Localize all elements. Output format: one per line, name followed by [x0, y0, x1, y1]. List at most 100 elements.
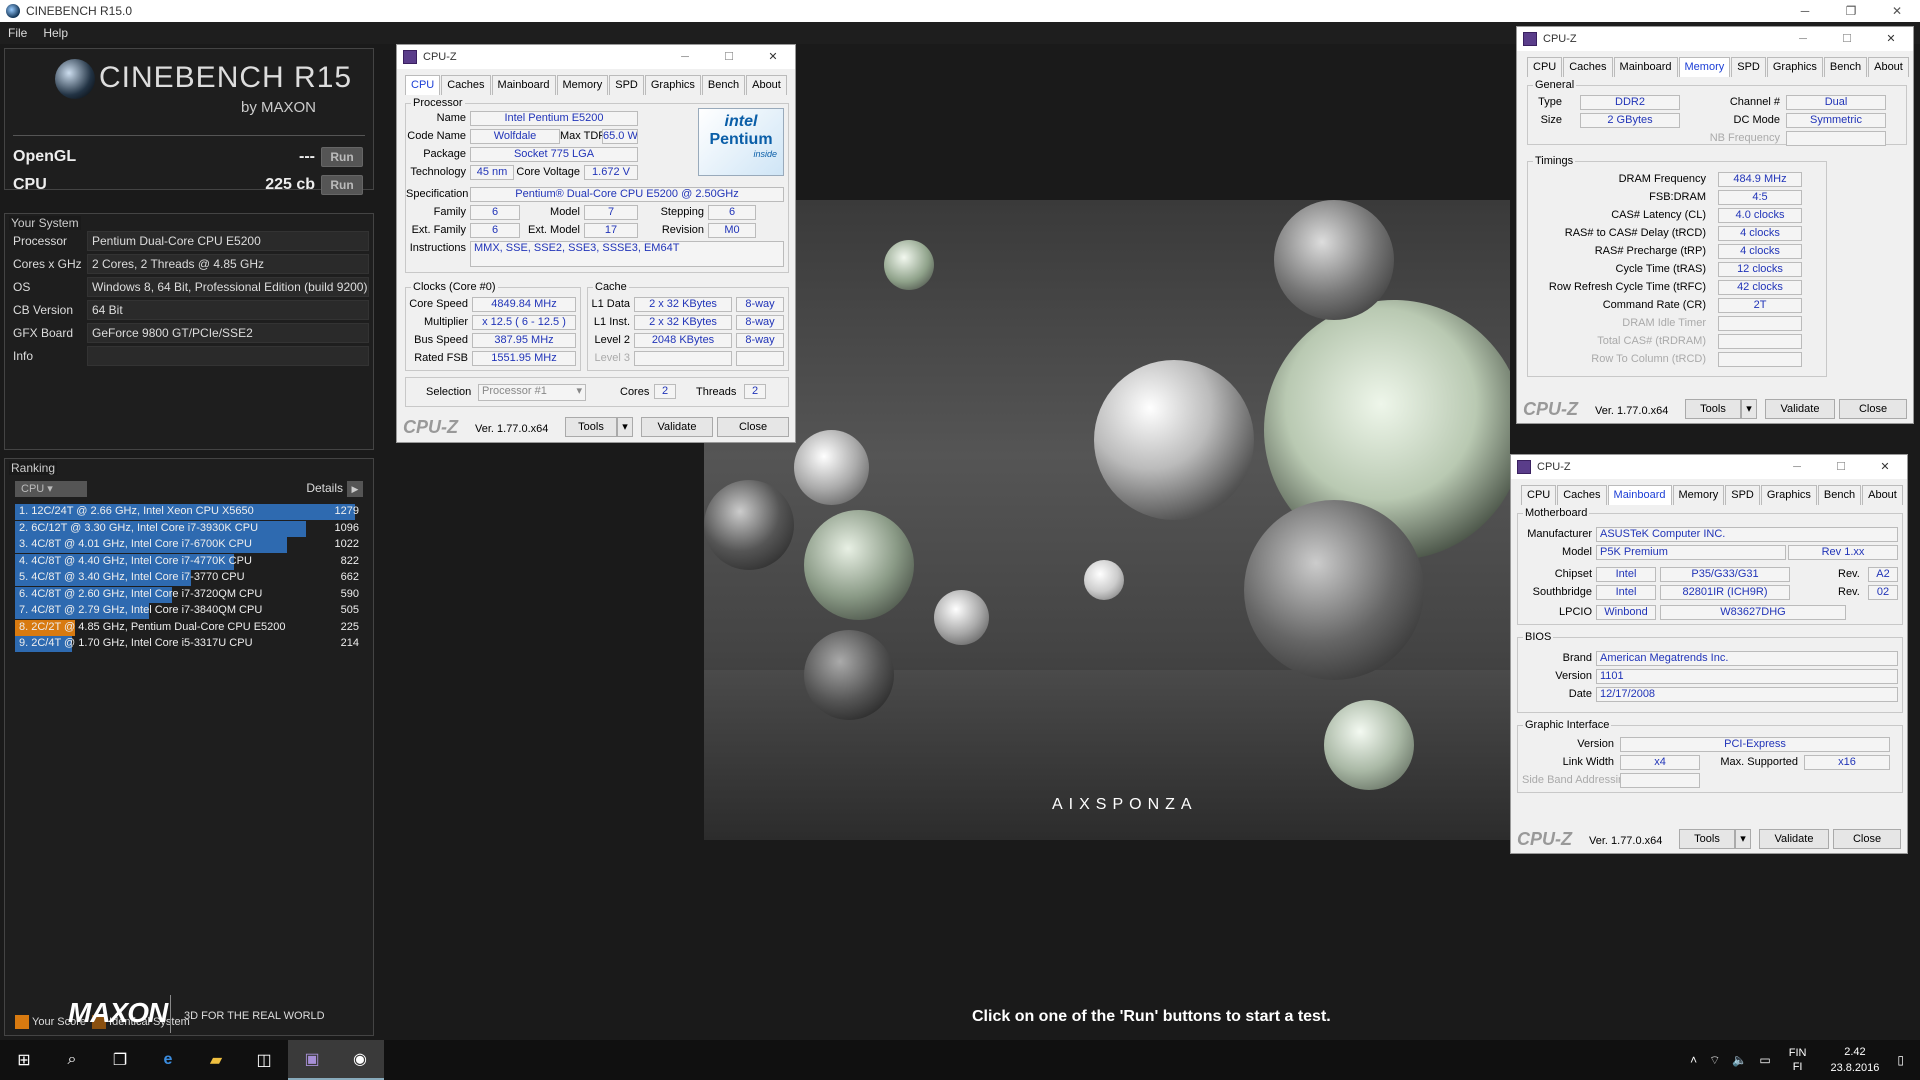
tab-caches[interactable]: Caches	[1557, 485, 1607, 505]
ranking-row: 8. 2C/2T @ 4.85 GHz, Pentium Dual-Core C…	[15, 619, 365, 637]
tab-mainboard[interactable]: Mainboard	[491, 75, 556, 95]
close-icon[interactable]: ✕	[1869, 27, 1913, 51]
store-icon[interactable]: ◫	[240, 1040, 288, 1080]
menu-help[interactable]: Help	[35, 26, 76, 40]
max-tdp-label: Max TDP	[560, 130, 606, 142]
action-center-icon[interactable]: ▭	[1759, 1053, 1770, 1067]
validate-button[interactable]: Validate	[1765, 399, 1835, 419]
tab-bench[interactable]: Bench	[1817, 485, 1862, 505]
tools-dropdown-icon[interactable]: ▾	[617, 417, 633, 437]
opengl-score: ---	[299, 148, 315, 165]
tab-memory[interactable]: Memory	[556, 75, 609, 95]
system-row-key: Cores x GHz	[13, 257, 82, 271]
validate-button[interactable]: Validate	[1759, 829, 1829, 849]
maximize-icon[interactable]: ☐	[707, 45, 751, 69]
tab-mainboard[interactable]: Mainboard	[1607, 485, 1672, 505]
tab-about[interactable]: About	[1862, 485, 1903, 505]
system-row-value[interactable]	[87, 346, 369, 366]
model-value: P5K Premium	[1596, 545, 1786, 560]
tab-memory[interactable]: Memory	[1672, 485, 1725, 505]
minimize-icon[interactable]: ─	[663, 45, 707, 69]
lpcio-value: W83627DHG	[1660, 605, 1846, 620]
maximize-icon[interactable]: ☐	[1819, 455, 1863, 479]
ranking-select[interactable]: CPU ▾	[15, 481, 87, 497]
tab-graphics[interactable]: Graphics	[1760, 485, 1817, 505]
ranking-label: 2. 6C/12T @ 3.30 GHz, Intel Core i7-3930…	[19, 521, 259, 534]
rated-fsb-value: 1551.95 MHz	[472, 351, 576, 366]
restore-icon[interactable]: ❐	[1828, 0, 1874, 22]
network-icon[interactable]: ⌔	[1709, 1053, 1720, 1068]
close-icon[interactable]: ✕	[1874, 0, 1920, 22]
validate-button[interactable]: Validate	[641, 417, 713, 437]
details-arrow-icon[interactable]: ▶	[347, 481, 363, 497]
minimize-icon[interactable]: ─	[1782, 0, 1828, 22]
tab-cpu[interactable]: CPU	[1527, 57, 1563, 77]
selection-group: Selection Processor #1 ▾ Cores 2 Threads …	[405, 377, 789, 407]
chipset-rev-label: Rev.	[1838, 568, 1860, 580]
cinebench-taskbar-icon[interactable]: ◉	[336, 1040, 384, 1080]
chevron-up-icon[interactable]: ˄	[1690, 1053, 1697, 1067]
minimize-icon[interactable]: ─	[1781, 27, 1825, 51]
tab-cpu[interactable]: CPU	[1521, 485, 1557, 505]
timing-value	[1718, 316, 1802, 331]
tab-spd[interactable]: SPD	[1725, 485, 1760, 505]
tab-graphics[interactable]: Graphics	[644, 75, 701, 95]
minimize-icon[interactable]: ─	[1775, 455, 1819, 479]
search-icon[interactable]: ⌕	[48, 1040, 96, 1080]
tab-about[interactable]: About	[1868, 57, 1909, 77]
cpuz-taskbar-icon[interactable]: ▣	[288, 1040, 336, 1080]
system-row: CB Version 64 Bit	[13, 299, 369, 321]
tab-about[interactable]: About	[746, 75, 787, 95]
southbridge-vendor: Intel	[1596, 585, 1656, 600]
processor-select[interactable]: Processor #1 ▾	[478, 384, 586, 401]
processor-name: Intel Pentium E5200	[470, 111, 638, 126]
tab-graphics[interactable]: Graphics	[1766, 57, 1823, 77]
volume-icon[interactable]: 🔈	[1732, 1053, 1747, 1067]
ranking-panel: Ranking CPU ▾ Details ▶ 1. 12C/24T @ 2.6…	[4, 458, 374, 1036]
opengl-run-button[interactable]: Run	[321, 147, 363, 167]
side-band-value	[1620, 773, 1700, 788]
tab-mainboard[interactable]: Mainboard	[1613, 57, 1678, 77]
tools-dropdown-icon[interactable]: ▾	[1735, 829, 1751, 849]
tab-bench[interactable]: Bench	[1823, 57, 1868, 77]
menu-file[interactable]: File	[0, 26, 35, 40]
family-label: Family	[433, 206, 466, 218]
tab-spd[interactable]: SPD	[1731, 57, 1766, 77]
processor-group-title: Processor	[411, 97, 465, 109]
tab-caches[interactable]: Caches	[441, 75, 491, 95]
tab-cpu[interactable]: CPU	[405, 75, 441, 95]
tools-button[interactable]: Tools	[565, 417, 617, 437]
close-icon[interactable]: ✕	[1863, 455, 1907, 479]
cache-size-value: 2 x 32 KBytes	[634, 315, 732, 330]
tools-button[interactable]: Tools	[1685, 399, 1741, 419]
file-explorer-icon[interactable]: ▰	[192, 1040, 240, 1080]
maximize-icon[interactable]: ☐	[1825, 27, 1869, 51]
cache-size-value	[634, 351, 732, 366]
start-windows-icon[interactable]: ⊞	[0, 1040, 48, 1080]
edge-browser-icon[interactable]: e	[144, 1040, 192, 1080]
language-indicator[interactable]: FIN FI	[1783, 1046, 1813, 1074]
timing-value: 4 clocks	[1718, 226, 1802, 241]
timing-label: FSB:DRAM	[1649, 191, 1706, 203]
lpcio-label: LPCIO	[1558, 606, 1592, 618]
tools-button[interactable]: Tools	[1679, 829, 1735, 849]
cpu-run-button[interactable]: Run	[321, 175, 363, 195]
task-view-icon[interactable]: ❐	[96, 1040, 144, 1080]
tab-caches[interactable]: Caches	[1563, 57, 1613, 77]
tab-memory[interactable]: Memory	[1678, 57, 1731, 77]
cpuz-cpu-tabs: CPU Caches Mainboard Memory SPD Graphics Bench…	[405, 75, 788, 95]
clock[interactable]: 2.42 23.8.2016	[1824, 1044, 1885, 1076]
timing-value: 484.9 MHz	[1718, 172, 1802, 187]
close-button[interactable]: Close	[1833, 829, 1901, 849]
ranking-row: 9. 2C/4T @ 1.70 GHz, Intel Core i5-3317U…	[15, 635, 365, 653]
close-button[interactable]: Close	[717, 417, 789, 437]
close-button[interactable]: Close	[1839, 399, 1907, 419]
ranking-score: 590	[340, 587, 359, 600]
tab-spd[interactable]: SPD	[609, 75, 644, 95]
cpu-label: CPU	[13, 176, 47, 193]
tools-dropdown-icon[interactable]: ▾	[1741, 399, 1757, 419]
notification-icon[interactable]: ▯	[1897, 1053, 1904, 1067]
tab-bench[interactable]: Bench	[701, 75, 746, 95]
southbridge-rev-value: 02	[1868, 585, 1898, 600]
close-icon[interactable]: ✕	[751, 45, 795, 69]
